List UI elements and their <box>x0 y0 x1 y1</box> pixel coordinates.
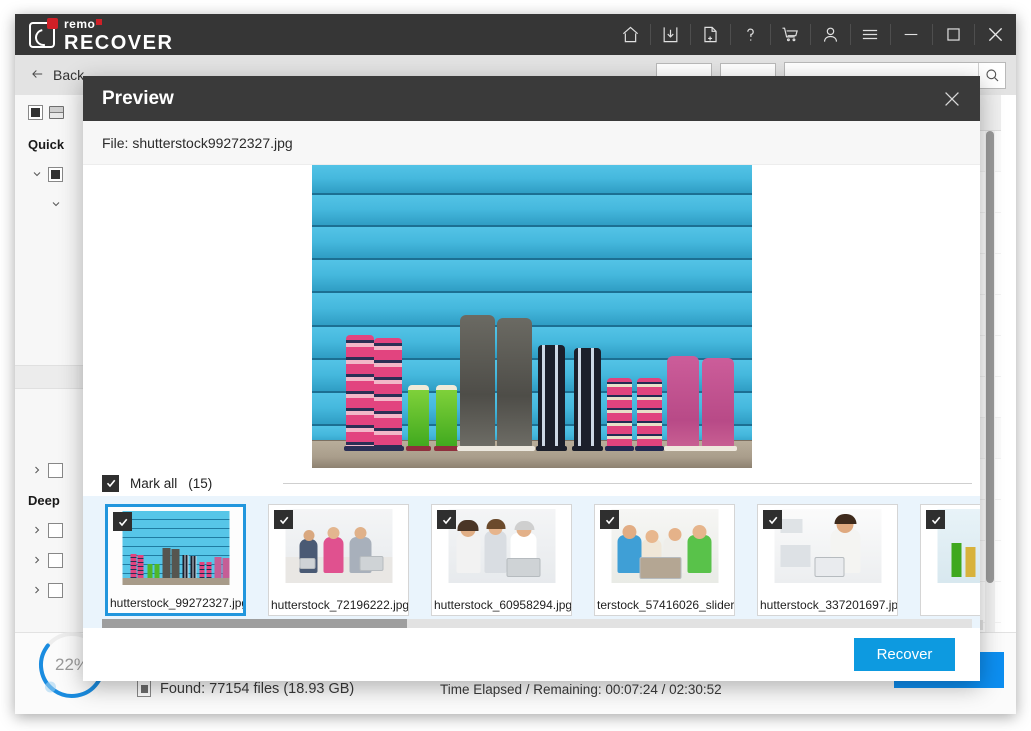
mark-all-divider <box>283 483 972 484</box>
thumbnail-label: hutterstock_99272327.jpg <box>108 596 243 610</box>
help-icon[interactable] <box>730 14 770 55</box>
mark-all-label: Mark all <box>130 476 177 491</box>
back-label: Back <box>53 67 84 83</box>
preview-image-boots <box>312 165 752 468</box>
thumbnail-checkbox[interactable] <box>274 510 293 529</box>
chevron-right-icon[interactable] <box>26 554 48 566</box>
menu-icon[interactable] <box>850 14 890 55</box>
thumbnail-item[interactable]: hut <box>920 504 980 616</box>
preview-dialog-header: Preview <box>83 76 980 121</box>
drive-icon <box>49 106 64 119</box>
mark-all-count: (15) <box>188 476 212 491</box>
app-logo: remo RECOVER <box>15 16 173 53</box>
checkbox-partial-icon[interactable] <box>48 167 63 182</box>
chevron-down-icon[interactable] <box>45 198 67 210</box>
boot-magenta-right <box>702 358 734 448</box>
close-icon[interactable] <box>938 85 966 113</box>
download-icon[interactable] <box>650 14 690 55</box>
file-list-vertical-scrollbar[interactable] <box>985 131 995 632</box>
thumbnail-checkbox[interactable] <box>437 510 456 529</box>
back-button[interactable]: Back <box>15 67 84 84</box>
new-file-icon[interactable] <box>690 14 730 55</box>
boot-pink-striped-left <box>346 335 374 448</box>
thumbnail-image <box>285 509 392 583</box>
app-window: remo RECOVER <box>15 14 1016 714</box>
checkbox-empty-icon[interactable] <box>48 553 63 568</box>
minimize-icon[interactable] <box>890 14 932 55</box>
boot-magenta-left <box>667 356 699 448</box>
checkbox-partial-icon[interactable] <box>28 105 43 120</box>
checkbox-empty-icon[interactable] <box>48 583 63 598</box>
scrollbar-thumb[interactable] <box>102 619 407 628</box>
preview-file-name: File: shutterstock99272327.jpg <box>83 121 980 165</box>
thumbnail-image <box>122 511 229 585</box>
chevron-right-icon[interactable] <box>26 464 48 476</box>
preview-image-area <box>83 165 980 470</box>
boot-grey-left <box>460 315 495 448</box>
title-bar-icon-group <box>610 14 1016 55</box>
boot-green-right <box>436 385 457 448</box>
chevron-down-icon[interactable] <box>26 168 48 180</box>
thumbnail-item[interactable]: terstock_57416026_slider <box>594 504 735 616</box>
maximize-icon[interactable] <box>932 14 974 55</box>
found-files-line: Found: 77154 files (18.93 GB) <box>137 680 354 697</box>
back-arrow-icon <box>29 67 46 84</box>
thumbnail-checkbox[interactable] <box>926 510 945 529</box>
thumbnail-label: hutterstock_337201697.jp <box>758 598 897 612</box>
thumbnail-scrollbar[interactable] <box>102 619 972 628</box>
thumbnail-item[interactable]: hutterstock_99272327.jpg <box>105 504 246 616</box>
thumbnail-item[interactable]: hutterstock_72196222.jpg <box>268 504 409 616</box>
checkbox-empty-icon[interactable] <box>48 523 63 538</box>
preview-dialog-footer: Recover <box>83 628 980 681</box>
boot-pink-small-left <box>607 378 632 448</box>
thumbnail-image <box>611 509 718 583</box>
brand-name-large: RECOVER <box>64 33 173 53</box>
found-files-icon <box>137 680 151 697</box>
time-label: Time Elapsed / Remaining: 00:07:24 / 02:… <box>440 682 722 697</box>
thumbnail-checkbox[interactable] <box>113 512 132 531</box>
found-files-label: Found: 77154 files (18.93 GB) <box>160 681 354 697</box>
thumbnail-image <box>448 509 555 583</box>
remo-logo-icon <box>29 22 55 48</box>
preview-dialog-title: Preview <box>83 88 174 110</box>
thumbnail-item[interactable]: hutterstock_337201697.jp <box>757 504 898 616</box>
boot-plaid-left <box>538 345 565 448</box>
thumbnail-label: hutterstock_60958294.jpg <box>432 598 571 612</box>
search-icon[interactable] <box>978 63 1005 88</box>
checkbox-empty-icon[interactable] <box>48 463 63 478</box>
thumbnail-checkbox[interactable] <box>600 510 619 529</box>
time-line: Time Elapsed / Remaining: 00:07:24 / 02:… <box>440 682 722 697</box>
thumbnail-label: terstock_57416026_slider <box>595 598 734 612</box>
chevron-right-icon[interactable] <box>26 584 48 596</box>
scrollbar-thumb[interactable] <box>986 131 994 583</box>
thumbnail-image <box>774 509 881 583</box>
home-icon[interactable] <box>610 14 650 55</box>
thumbnail-strip[interactable]: hutterstock_99272327.jpg <box>83 496 980 628</box>
mark-all-checkbox[interactable] <box>102 475 119 492</box>
user-icon[interactable] <box>810 14 850 55</box>
boot-pink-small-right <box>637 378 662 448</box>
chevron-right-icon[interactable] <box>26 524 48 536</box>
thumbnail-label: hut <box>921 598 980 612</box>
mark-all-row: Mark all (15) <box>83 470 980 496</box>
thumbnail-label: hutterstock_72196222.jpg <box>269 598 408 612</box>
title-bar: remo RECOVER <box>15 14 1016 55</box>
boot-green-left <box>408 385 429 448</box>
boot-pink-striped-right <box>374 338 402 448</box>
thumbnail-checkbox[interactable] <box>763 510 782 529</box>
thumbnail-item[interactable]: hutterstock_60958294.jpg <box>431 504 572 616</box>
brand-name-small: remo <box>64 18 102 30</box>
preview-dialog: Preview File: shutterstock99272327.jpg <box>83 76 980 681</box>
boot-grey-right <box>497 318 532 448</box>
boot-plaid-right <box>574 348 601 448</box>
cart-icon[interactable] <box>770 14 810 55</box>
close-icon[interactable] <box>974 14 1016 55</box>
recover-button-dialog[interactable]: Recover <box>854 638 955 671</box>
